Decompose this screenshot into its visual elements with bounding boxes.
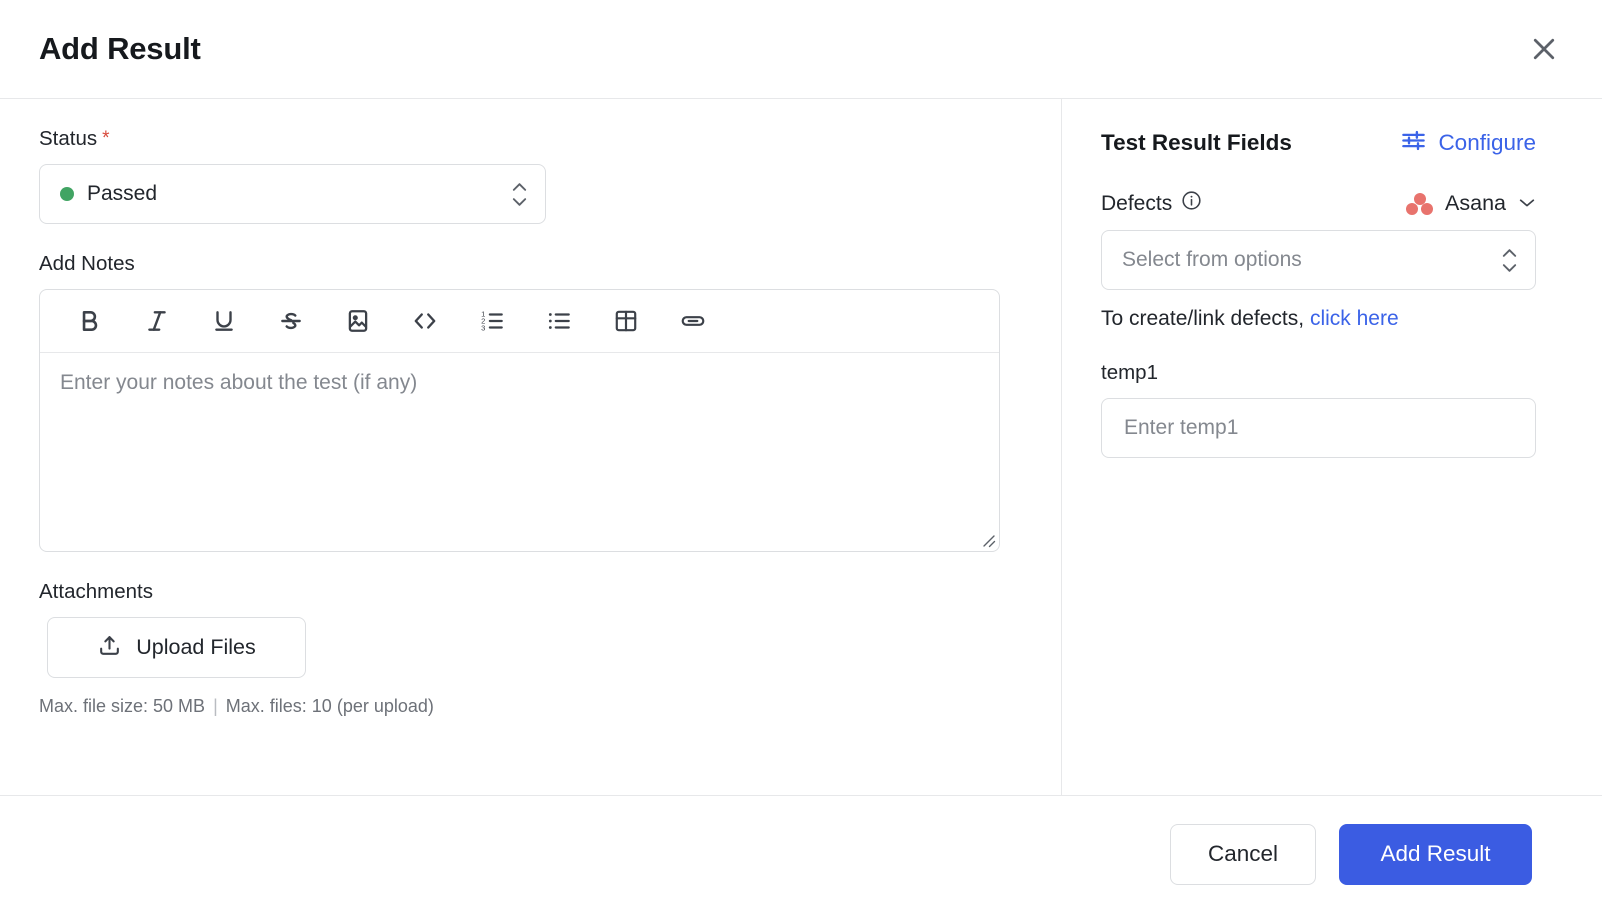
underline-icon <box>211 308 237 334</box>
asana-icon <box>1406 193 1433 215</box>
upload-icon <box>97 633 122 663</box>
bullet-list-button[interactable] <box>525 297 592 345</box>
temp1-input[interactable]: Enter temp1 <box>1101 398 1536 458</box>
temp1-placeholder: Enter temp1 <box>1124 416 1238 440</box>
sliders-icon <box>1400 127 1427 159</box>
strikethrough-button[interactable] <box>257 297 324 345</box>
left-pane: Status * Passed Add Notes <box>0 99 1062 795</box>
status-value-text: Passed <box>87 182 157 206</box>
notes-placeholder: Enter your notes about the test (if any) <box>60 371 979 395</box>
defects-select-placeholder: Select from options <box>1122 248 1500 272</box>
bullet-list-icon <box>546 308 572 334</box>
attachments-hint: Max. file size: 50 MB | Max. files: 10 (… <box>39 696 1022 717</box>
required-marker: * <box>102 129 109 148</box>
notes-field: Add Notes <box>39 252 1022 552</box>
page-title: Add Result <box>39 31 201 67</box>
upload-files-button[interactable]: Upload Files <box>47 617 306 678</box>
temp1-label: temp1 <box>1101 361 1536 385</box>
configure-label: Configure <box>1438 130 1536 156</box>
attachments-label: Attachments <box>39 580 1022 604</box>
defects-header: Defects Asana <box>1101 190 1536 217</box>
test-result-fields-title: Test Result Fields <box>1101 130 1292 156</box>
chevron-updown-icon <box>510 182 529 207</box>
italic-icon <box>144 308 170 334</box>
status-select-value: Passed <box>60 182 510 206</box>
max-file-size-text: Max. file size: 50 MB <box>39 696 205 716</box>
dialog-footer: Cancel Add Result <box>0 795 1602 912</box>
defects-select[interactable]: Select from options <box>1101 230 1536 290</box>
table-icon <box>613 308 639 334</box>
bold-button[interactable] <box>56 297 123 345</box>
resize-handle[interactable] <box>980 532 996 548</box>
notes-editor: 1 2 3 <box>39 289 1000 552</box>
ordered-list-button[interactable]: 1 2 3 <box>458 297 525 345</box>
info-icon[interactable] <box>1181 190 1202 217</box>
status-label-text: Status <box>39 127 97 151</box>
notes-input[interactable]: Enter your notes about the test (if any) <box>40 353 999 551</box>
table-button[interactable] <box>592 297 659 345</box>
code-button[interactable] <box>391 297 458 345</box>
upload-files-label: Upload Files <box>136 635 256 660</box>
max-files-text: Max. files: 10 (per upload) <box>226 696 434 716</box>
svg-text:3: 3 <box>481 323 485 332</box>
chevron-down-icon <box>1518 195 1536 213</box>
defects-note-prefix: To create/link defects, <box>1101 307 1304 330</box>
test-result-fields-header: Test Result Fields Configure <box>1101 127 1536 159</box>
add-result-dialog: Add Result Status * Passed <box>0 0 1602 912</box>
code-icon <box>412 308 438 334</box>
link-icon <box>680 308 706 334</box>
image-icon <box>345 308 371 334</box>
integration-name: Asana <box>1445 191 1506 216</box>
click-here-link[interactable]: click here <box>1310 307 1399 330</box>
status-select[interactable]: Passed <box>39 164 546 224</box>
close-button[interactable] <box>1522 27 1566 71</box>
strikethrough-icon <box>278 308 304 334</box>
defects-label: Defects <box>1101 190 1202 217</box>
underline-button[interactable] <box>190 297 257 345</box>
attachments-field: Attachments Upload Files Max. file size:… <box>39 580 1022 717</box>
status-dot-icon <box>60 187 74 201</box>
image-button[interactable] <box>324 297 391 345</box>
cancel-button[interactable]: Cancel <box>1170 824 1316 885</box>
status-field: Status * Passed <box>39 127 1022 224</box>
notes-label: Add Notes <box>39 252 1022 276</box>
dialog-body: Status * Passed Add Notes <box>0 99 1602 795</box>
link-button[interactable] <box>659 297 726 345</box>
editor-toolbar: 1 2 3 <box>40 290 999 353</box>
status-label: Status * <box>39 127 1022 151</box>
hint-separator: | <box>210 696 221 716</box>
configure-button[interactable]: Configure <box>1400 127 1536 159</box>
dialog-header: Add Result <box>0 0 1602 99</box>
bold-icon <box>77 308 103 334</box>
defects-label-text: Defects <box>1101 192 1172 216</box>
add-result-button[interactable]: Add Result <box>1339 824 1532 885</box>
defects-create-note: To create/link defects, click here <box>1101 307 1536 331</box>
integration-selector[interactable]: Asana <box>1406 191 1536 216</box>
ordered-list-icon: 1 2 3 <box>479 308 505 334</box>
italic-button[interactable] <box>123 297 190 345</box>
close-icon <box>1529 34 1559 64</box>
chevron-updown-icon <box>1500 248 1519 273</box>
right-pane: Test Result Fields Configure <box>1062 99 1602 795</box>
custom-field-temp1: temp1 Enter temp1 <box>1101 361 1536 458</box>
